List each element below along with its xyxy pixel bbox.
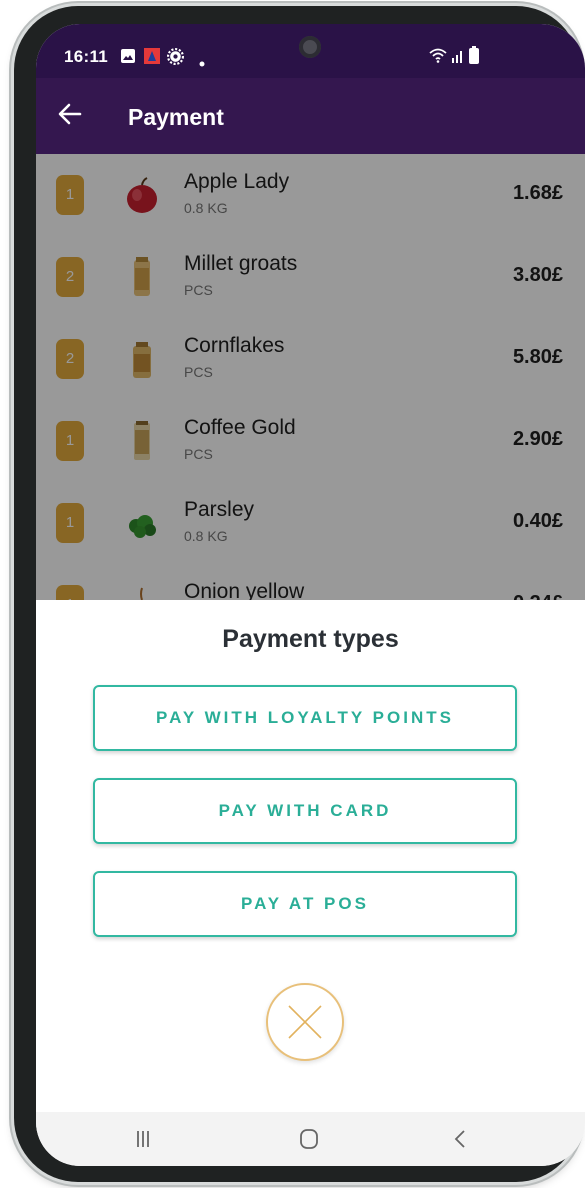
close-button[interactable] xyxy=(266,983,344,1061)
status-bar: 16:11 xyxy=(36,24,585,78)
page-title: Payment xyxy=(128,104,224,130)
wifi-icon xyxy=(429,47,447,68)
back-icon[interactable] xyxy=(446,1126,476,1152)
recent-apps-icon[interactable] xyxy=(128,1126,158,1152)
app-bar: Payment xyxy=(36,78,585,154)
front-camera xyxy=(299,36,321,58)
status-time: 16:11 xyxy=(64,47,109,66)
settings-gear-icon xyxy=(167,48,184,70)
back-arrow-icon[interactable] xyxy=(56,100,84,128)
payment-types-sheet: Payment types PAY WITH LOYALTY POINTS PA… xyxy=(36,600,585,1112)
system-nav-bar xyxy=(36,1112,585,1166)
pay-with-card-button[interactable]: PAY WITH CARD xyxy=(93,778,517,844)
pay-with-loyalty-points-button[interactable]: PAY WITH LOYALTY POINTS xyxy=(93,685,517,751)
sheet-title: Payment types xyxy=(222,625,399,653)
app-notification-icon xyxy=(144,48,160,69)
battery-icon xyxy=(469,46,479,69)
close-icon xyxy=(285,1002,325,1047)
pay-at-pos-button[interactable]: PAY AT POS xyxy=(93,871,517,937)
dim-overlay[interactable] xyxy=(36,154,585,600)
gallery-icon xyxy=(120,48,136,69)
home-icon[interactable] xyxy=(294,1126,324,1152)
screen: 16:11 Payment 1 Apple Lady 0.8 KG 1.68£ … xyxy=(36,24,585,1166)
dot-icon xyxy=(199,54,205,72)
signal-icon xyxy=(451,48,465,68)
